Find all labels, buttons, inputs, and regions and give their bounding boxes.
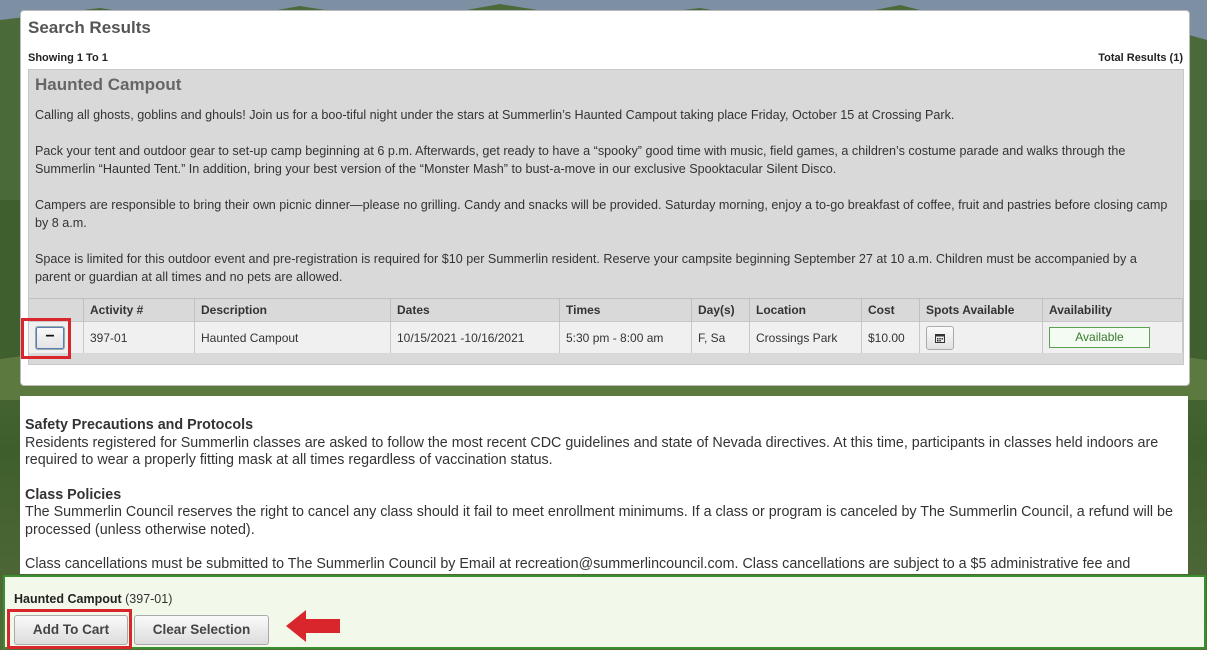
activity-number-cell: 397-01 xyxy=(83,321,195,353)
availability-cell: Available xyxy=(1042,321,1183,353)
class-policies-text: The Summerlin Council reserves the right… xyxy=(25,504,1173,538)
selection-label: Haunted Campout (397-01) xyxy=(14,592,172,606)
activity-description: Calling all ghosts, goblins and ghouls! … xyxy=(35,106,1170,304)
cart-bar: Haunted Campout (397-01) Add To Cart Cle… xyxy=(3,575,1206,649)
header-days: Day(s) xyxy=(691,298,750,322)
header-location: Location xyxy=(749,298,862,322)
selection-name: Haunted Campout xyxy=(14,592,122,606)
header-spots-available: Spots Available xyxy=(919,298,1043,322)
calendar-icon xyxy=(935,333,945,343)
arrow-left-icon xyxy=(286,610,340,642)
days-cell: F, Sa xyxy=(691,321,750,353)
header-dates: Dates xyxy=(390,298,560,322)
calendar-button[interactable] xyxy=(926,325,954,350)
panel-title: Search Results xyxy=(28,18,151,37)
showing-count: Showing 1 To 1 xyxy=(28,52,108,64)
class-policies-heading: Class Policies xyxy=(25,486,122,503)
highlight-collapse xyxy=(21,318,71,359)
description-paragraph: Pack your tent and outdoor gear to set-u… xyxy=(35,144,1126,176)
times-cell: 5:30 pm - 8:00 am xyxy=(559,321,692,353)
location-cell: Crossings Park xyxy=(749,321,862,353)
cost-cell: $10.00 xyxy=(861,321,920,353)
header-activity-number: Activity # xyxy=(83,298,195,322)
dates-cell: 10/15/2021 -10/16/2021 xyxy=(390,321,560,353)
search-results-panel: Search Results Showing 1 To 1 Total Resu… xyxy=(20,10,1190,386)
safety-text: Residents registered for Summerlin class… xyxy=(25,434,1159,469)
activity-card: Haunted Campout Calling all ghosts, gobl… xyxy=(28,69,1184,365)
header-availability: Availability xyxy=(1042,298,1183,322)
clear-selection-button[interactable]: Clear Selection xyxy=(134,615,269,645)
availability-badge[interactable]: Available xyxy=(1049,327,1150,348)
header-description: Description xyxy=(194,298,391,322)
header-times: Times xyxy=(559,298,692,322)
description-paragraph: Calling all ghosts, goblins and ghouls! … xyxy=(35,108,955,122)
description-paragraph: Campers are responsible to bring their o… xyxy=(35,198,1168,230)
selection-code: (397-01) xyxy=(125,592,173,606)
table-row: − 397-01 Haunted Campout 10/15/2021 -10/… xyxy=(29,321,1183,353)
table-header-row: Activity # Description Dates Times Day(s… xyxy=(29,298,1183,322)
total-results: Total Results (1) xyxy=(1098,52,1183,64)
header-cost: Cost xyxy=(861,298,920,322)
description-paragraph: Space is limited for this outdoor event … xyxy=(35,252,1137,284)
safety-heading: Safety Precautions and Protocols xyxy=(25,417,254,433)
policies-section: Safety Precautions and Protocols Residen… xyxy=(20,396,1188,574)
highlight-add-to-cart xyxy=(7,609,132,649)
activity-title: Haunted Campout xyxy=(35,75,182,94)
policies-content: Safety Precautions and Protocols Residen… xyxy=(25,417,1185,574)
results-table: Activity # Description Dates Times Day(s… xyxy=(29,298,1183,353)
description-cell: Haunted Campout xyxy=(194,321,391,353)
cancellation-text: Class cancellations must be submitted to… xyxy=(25,556,1131,572)
spots-cell xyxy=(919,321,1043,353)
